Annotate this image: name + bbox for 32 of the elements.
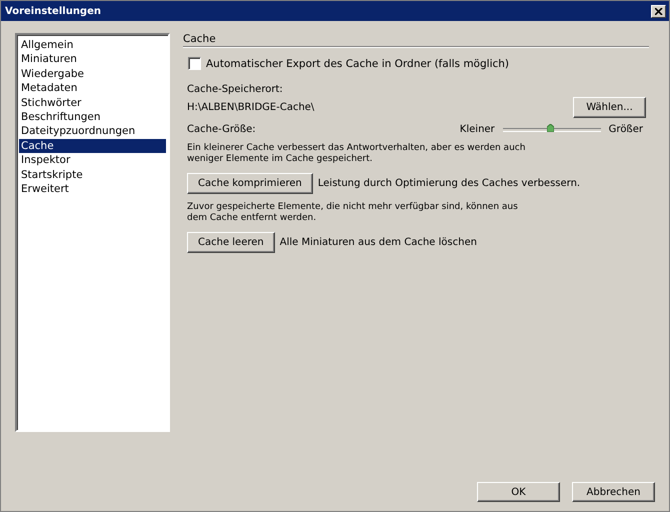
sidebar-item[interactable]: Startskripte xyxy=(19,168,166,182)
ok-button[interactable]: OK xyxy=(477,482,560,502)
clear-button[interactable]: Cache leeren xyxy=(187,232,275,253)
slider-min-label: Kleiner xyxy=(460,124,495,135)
sidebar-item[interactable]: Wiedergabe xyxy=(19,66,166,82)
cancel-button[interactable]: Abbrechen xyxy=(572,482,655,502)
sidebar-item[interactable]: Metadaten xyxy=(19,81,166,96)
sidebar-item[interactable]: Miniaturen xyxy=(19,52,166,67)
location-label: Cache-Speicherort: xyxy=(187,84,284,95)
choose-button[interactable]: Wählen... xyxy=(573,97,646,118)
close-button[interactable] xyxy=(651,4,666,18)
checkbox[interactable] xyxy=(188,57,201,70)
sidebar-item[interactable]: Stichwörter xyxy=(19,96,166,110)
sidebar-item[interactable]: Inspektor xyxy=(19,153,166,168)
sidebar-item[interactable]: Erweitert xyxy=(19,182,166,196)
sidebar-item[interactable]: Cache xyxy=(19,138,166,154)
section-title: Cache xyxy=(183,33,649,47)
close-icon xyxy=(654,8,662,14)
sidebar-item[interactable]: Allgemein xyxy=(19,38,166,52)
checkbox-label: Automatischer Export des Cache in Ordner (falls möglich) xyxy=(206,58,510,70)
compress-note: Leistung durch Optimierung des Caches verbessern. xyxy=(318,178,580,189)
location-path: H:\ALBEN\BRIDGE-Cache\ xyxy=(187,102,314,113)
slider-thumb[interactable] xyxy=(546,124,554,132)
clear-note: Alle Miniaturen aus dem Cache löschen xyxy=(280,237,477,248)
compact-note: Zuvor gespeicherte Elemente, die nicht mehr verfügbar sind, können aus dem Cache entfernt werden. xyxy=(187,202,519,224)
window-title: Voreinstellungen xyxy=(5,6,101,16)
slider-max-label: Größer xyxy=(608,124,643,135)
sidebar-item[interactable]: Dateitypzuordnungen xyxy=(19,124,166,139)
compress-button[interactable]: Cache komprimieren xyxy=(187,173,313,194)
sidebar-item[interactable]: Beschriftungen xyxy=(19,110,166,124)
size-label: Cache-Größe: xyxy=(187,124,257,135)
size-note: Ein kleinerer Cache verbessert das Antwortverhalten, aber es werden auch weniger Elemente im Cache gespeichert. xyxy=(187,143,526,165)
